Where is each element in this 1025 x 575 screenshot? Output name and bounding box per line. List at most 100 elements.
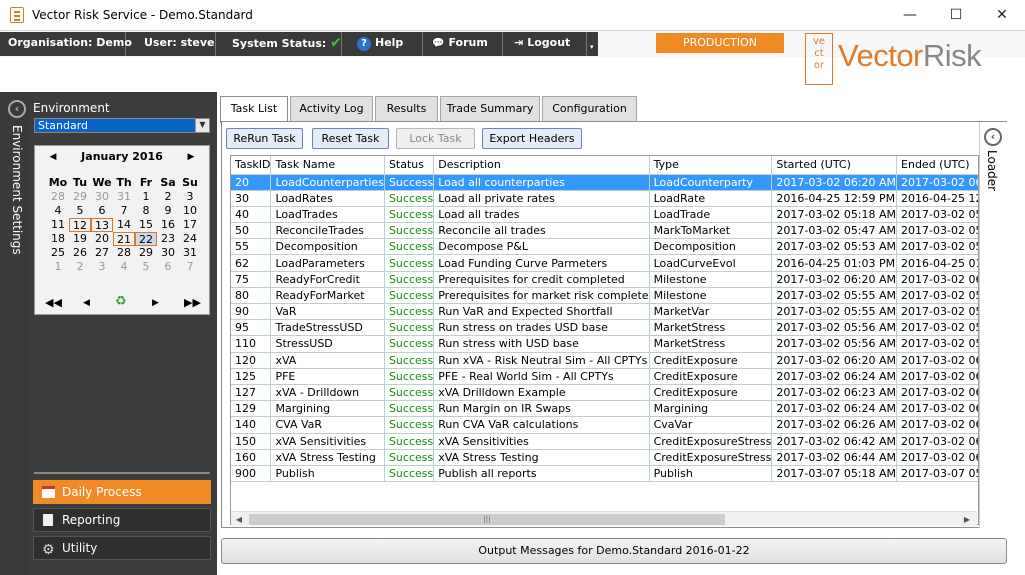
column-header[interactable]: Description bbox=[433, 156, 650, 175]
calendar-day[interactable]: 27 bbox=[91, 246, 113, 260]
prev-month-icon[interactable]: ◀ bbox=[43, 146, 63, 168]
forum-button[interactable]: 💬 Forum bbox=[425, 32, 503, 56]
column-header[interactable]: Type bbox=[649, 156, 773, 175]
calendar-day[interactable]: 18 bbox=[47, 232, 69, 246]
calendar-day[interactable]: 19 bbox=[69, 232, 91, 246]
table-row[interactable]: 75 ReadyForCredit Success Prerequisites for… bbox=[231, 271, 978, 288]
calendar-day[interactable]: 1 bbox=[135, 190, 157, 204]
toolbar-overflow-icon[interactable]: ▾ bbox=[588, 32, 598, 56]
calendar-day[interactable]: 14 bbox=[113, 218, 135, 232]
nav-daily-process[interactable]: Daily Process bbox=[33, 480, 211, 504]
nav-utility[interactable]: ⚙ Utility bbox=[33, 536, 211, 560]
calendar-day[interactable]: 15 bbox=[135, 218, 157, 232]
logout-button[interactable]: ⇥ Logout bbox=[505, 32, 587, 56]
table-row[interactable]: 150 xVA Sensitivities Success xVA Sensitivi… bbox=[231, 433, 978, 450]
calendar-day[interactable]: 10 bbox=[179, 204, 201, 218]
table-row[interactable]: 80 ReadyForMarket Success Prerequisites for… bbox=[231, 287, 978, 305]
table-row[interactable]: 90 VaR Success Run VaR and Expected Shortfa… bbox=[231, 303, 978, 321]
table-row[interactable]: 55 Decomposition Success Decompose P&L Decom… bbox=[231, 238, 978, 256]
calendar-day[interactable]: 17 bbox=[179, 218, 201, 232]
next-month-icon[interactable]: ▶ bbox=[181, 146, 201, 168]
calendar-day[interactable]: 31 bbox=[113, 190, 135, 204]
horizontal-scrollbar[interactable]: ◀ ||| ▶ bbox=[231, 511, 977, 526]
calendar-day[interactable]: 5 bbox=[69, 204, 91, 218]
calendar-day[interactable]: 6 bbox=[91, 204, 113, 218]
table-row[interactable]: 30 LoadRates Success Load all private rates… bbox=[231, 190, 978, 207]
minimize-button[interactable]: — bbox=[887, 0, 933, 31]
calendar-day[interactable]: 2 bbox=[69, 260, 91, 274]
table-row[interactable]: 110 StressUSD Success Run stress with USD b… bbox=[231, 335, 978, 353]
calendar-day[interactable]: 30 bbox=[91, 190, 113, 204]
tab-results[interactable]: Results bbox=[375, 96, 438, 122]
maximize-button[interactable]: ☐ bbox=[933, 0, 979, 31]
calendar-day[interactable]: 28 bbox=[47, 190, 69, 204]
table-row[interactable]: 120 xVA Success Run xVA - Risk Neutral Sim … bbox=[231, 352, 978, 369]
calendar-day[interactable]: 6 bbox=[157, 260, 179, 274]
table-row[interactable]: 95 TradeStressUSD Success Run stress on tra… bbox=[231, 319, 978, 337]
column-header[interactable]: Task Name bbox=[270, 156, 385, 175]
calendar-day[interactable]: 22 bbox=[135, 232, 157, 246]
scroll-right-icon[interactable]: ▶ bbox=[959, 512, 975, 527]
help-button[interactable]: ? Help bbox=[351, 32, 423, 56]
table-row[interactable]: 127 xVA - Drilldown Success xVA Drilldown E… bbox=[231, 384, 978, 402]
column-header[interactable]: Started (UTC) bbox=[771, 156, 898, 175]
prev-day-icon[interactable]: ◀ bbox=[83, 298, 90, 308]
calendar-day[interactable]: 30 bbox=[157, 246, 179, 260]
column-header[interactable]: Status bbox=[384, 156, 435, 175]
collapse-left-icon[interactable]: ‹ bbox=[8, 100, 26, 118]
calendar-day[interactable]: 26 bbox=[69, 246, 91, 260]
calendar-day[interactable]: 29 bbox=[69, 190, 91, 204]
calendar-day[interactable]: 28 bbox=[113, 246, 135, 260]
nav-reporting[interactable]: Reporting bbox=[33, 508, 211, 532]
chevron-down-icon[interactable]: ▼ bbox=[195, 119, 209, 132]
calendar-day[interactable]: 2 bbox=[157, 190, 179, 204]
reset-task-button[interactable]: Reset Task bbox=[312, 128, 389, 149]
calendar-day[interactable]: 9 bbox=[157, 204, 179, 218]
calendar-day[interactable]: 11 bbox=[47, 218, 69, 232]
calendar-day[interactable]: 16 bbox=[157, 218, 179, 232]
lock-task-button[interactable]: Lock Task bbox=[396, 128, 475, 149]
calendar-day[interactable]: 25 bbox=[47, 246, 69, 260]
calendar-day[interactable]: 21 bbox=[113, 232, 135, 246]
table-row[interactable]: 62 LoadParameters Success Load Funding Curv… bbox=[231, 254, 978, 272]
tab-configuration[interactable]: Configuration bbox=[542, 96, 637, 122]
table-row[interactable]: 20 LoadCounterparties Success Load all coun… bbox=[231, 174, 978, 191]
calendar-day[interactable]: 3 bbox=[179, 190, 201, 204]
table-row[interactable]: 40 LoadTrades Success Load all trades LoadTr… bbox=[231, 206, 978, 224]
output-messages-bar[interactable]: Output Messages for Demo.Standard 2016-0… bbox=[221, 538, 1007, 564]
tab-activity-log[interactable]: Activity Log bbox=[290, 96, 373, 122]
scroll-thumb[interactable]: ||| bbox=[249, 514, 725, 525]
calendar-day[interactable]: 12 bbox=[69, 218, 91, 232]
refresh-icon[interactable]: ♻ bbox=[115, 294, 127, 309]
calendar-day[interactable]: 5 bbox=[135, 260, 157, 274]
next-day-icon[interactable]: ▶ bbox=[152, 298, 159, 308]
calendar-day[interactable]: 20 bbox=[91, 232, 113, 246]
table-row[interactable]: 50 ReconcileTrades Success Reconcile all tr… bbox=[231, 222, 978, 240]
expand-loader-icon[interactable]: ‹ bbox=[984, 128, 1002, 146]
scroll-left-icon[interactable]: ◀ bbox=[231, 512, 247, 527]
table-row[interactable]: 125 PFE Success PFE - Real World Sim - All … bbox=[231, 368, 978, 385]
table-row[interactable]: 140 CVA VaR Success Run CVA VaR calculation… bbox=[231, 416, 978, 434]
table-row[interactable]: 160 xVA Stress Testing Success xVA Stress T… bbox=[231, 449, 978, 466]
tab-trade-summary[interactable]: Trade Summary bbox=[440, 96, 540, 122]
calendar-day[interactable]: 7 bbox=[113, 204, 135, 218]
calendar-day[interactable]: 8 bbox=[135, 204, 157, 218]
rerun-task-button[interactable]: ReRun Task bbox=[226, 128, 303, 149]
table-row[interactable]: 129 Margining Success Run Margin on IR Swap… bbox=[231, 400, 978, 418]
calendar-day[interactable]: 4 bbox=[47, 204, 69, 218]
calendar-day[interactable]: 4 bbox=[113, 260, 135, 274]
calendar-day[interactable]: 31 bbox=[179, 246, 201, 260]
column-header[interactable]: TaskID bbox=[231, 156, 272, 175]
calendar-day[interactable]: 13 bbox=[91, 218, 113, 232]
calendar-day[interactable]: 3 bbox=[91, 260, 113, 274]
table-row[interactable]: 900 Publish Success Publish all reports Publ… bbox=[231, 465, 978, 483]
last-month-icon[interactable]: ▶▶ bbox=[184, 296, 201, 309]
close-button[interactable]: ✕ bbox=[979, 0, 1025, 31]
calendar-day[interactable]: 24 bbox=[179, 232, 201, 246]
export-headers-button[interactable]: Export Headers bbox=[482, 128, 582, 149]
column-header[interactable]: Ended (UTC) bbox=[896, 156, 978, 175]
environment-select[interactable]: Standard ▼ bbox=[34, 118, 210, 133]
calendar-day[interactable]: 23 bbox=[157, 232, 179, 246]
calendar-day[interactable]: 1 bbox=[47, 260, 69, 274]
calendar-day[interactable]: 7 bbox=[179, 260, 201, 274]
